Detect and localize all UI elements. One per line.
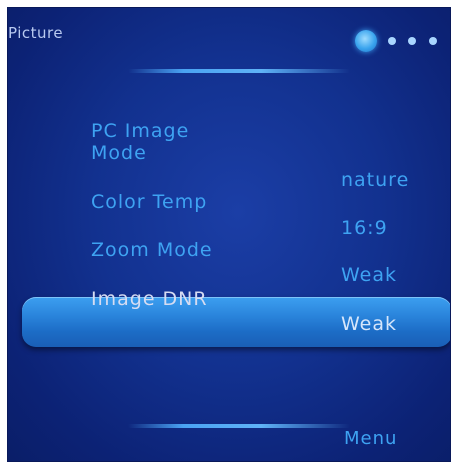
top-divider: [128, 69, 350, 73]
page-indicator-dot: [408, 37, 416, 45]
menu-item-color-temp[interactable]: Color Temp: [91, 191, 207, 213]
menu-button[interactable]: Menu: [344, 428, 397, 449]
value-nature[interactable]: nature: [341, 169, 409, 191]
page-indicator-dot: [429, 37, 437, 45]
value-weak-selected[interactable]: Weak: [341, 313, 397, 335]
value-weak[interactable]: Weak: [341, 264, 397, 286]
page-indicator-dot-active: [355, 30, 377, 52]
menu-item-zoom-mode[interactable]: Zoom Mode: [91, 239, 213, 261]
menu-item-pc-image-mode[interactable]: PC Image Mode: [91, 120, 241, 164]
page-indicator-dot: [388, 37, 396, 45]
menu-title: Picture: [8, 24, 64, 42]
picture-osd-menu: Picture PC Image Mode Color Temp Zoom Mo…: [7, 7, 451, 462]
menu-item-image-dnr[interactable]: Image DNR: [91, 288, 208, 310]
page-indicator: [355, 30, 450, 52]
bottom-divider: [128, 424, 350, 428]
value-16-9[interactable]: 16:9: [341, 217, 388, 239]
